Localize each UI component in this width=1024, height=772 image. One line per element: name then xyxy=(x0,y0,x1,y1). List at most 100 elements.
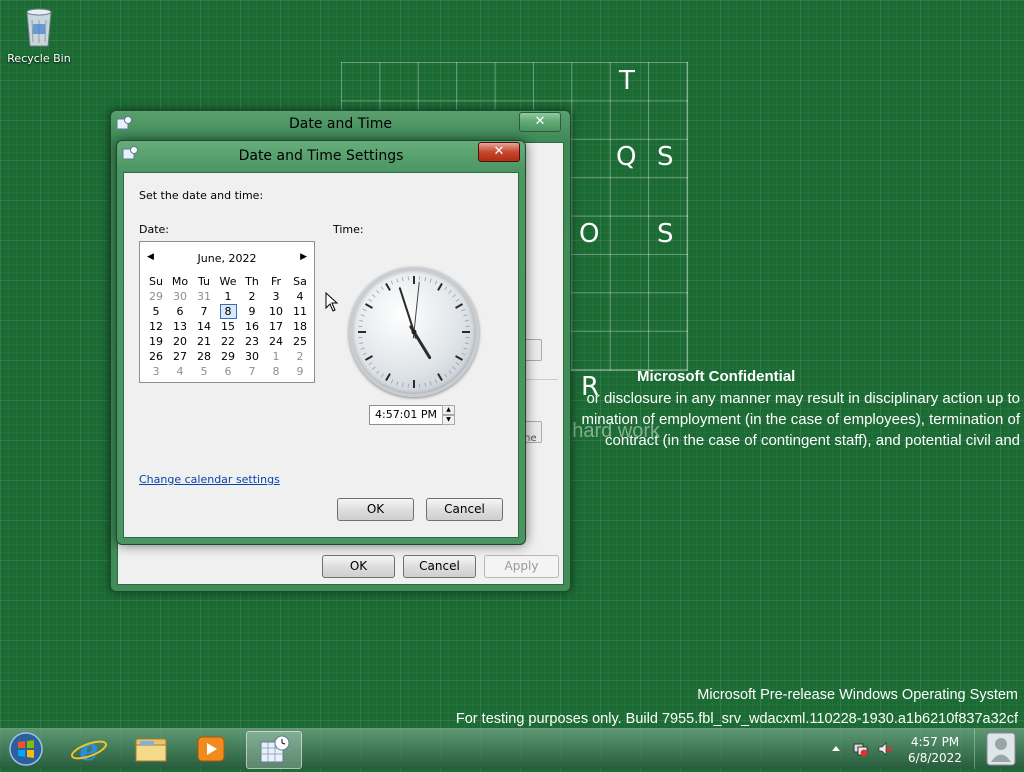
time-input[interactable]: 4:57:01 PM xyxy=(369,405,443,425)
calendar-day[interactable]: 6 xyxy=(216,364,240,379)
calendar-day[interactable]: 23 xyxy=(240,334,264,349)
calendar-day[interactable]: 25 xyxy=(288,334,312,349)
start-button[interactable] xyxy=(4,730,48,768)
calendar-day[interactable]: 4 xyxy=(168,364,192,379)
calendar-day[interactable]: 2 xyxy=(288,349,312,364)
calendar-day[interactable]: 17 xyxy=(264,319,288,334)
calendar-day[interactable]: 14 xyxy=(192,319,216,334)
calendar-day[interactable]: 28 xyxy=(192,349,216,364)
calendar-week-row: 5 6 7 8 9 10 11 xyxy=(144,304,312,319)
calendar-day[interactable]: 30 xyxy=(168,289,192,304)
dialog-client-area: Set the date and time: Date: Time: ◀ Jun… xyxy=(123,172,519,538)
change-calendar-settings-link[interactable]: Change calendar settings xyxy=(139,473,280,486)
calendar-day[interactable]: 22 xyxy=(216,334,240,349)
clock-minute-tick xyxy=(377,371,380,374)
clock-minute-tick xyxy=(397,381,398,385)
ok-button[interactable]: OK xyxy=(322,555,395,578)
calendar-day[interactable]: 8 xyxy=(264,364,288,379)
weekday-label: Su xyxy=(144,274,168,289)
taskbar-internet-explorer[interactable]: e xyxy=(62,731,116,767)
calendar-day[interactable]: 29 xyxy=(216,349,240,364)
build-watermark: Microsoft Pre-release Windows Operating … xyxy=(456,683,1018,731)
calendar-day[interactable]: 6 xyxy=(168,304,192,319)
calendar-week-row: 29 30 31 1 2 3 4 xyxy=(144,289,312,304)
puzzle-letter: Q xyxy=(616,142,636,172)
next-month-icon[interactable]: ▶ xyxy=(300,252,307,262)
calendar-month-year[interactable]: June, 2022 xyxy=(140,252,314,265)
calendar-week-row: 3 4 5 6 7 8 9 xyxy=(144,364,312,379)
clock-minute-tick xyxy=(359,343,363,344)
calendar-day[interactable]: 21 xyxy=(192,334,216,349)
cancel-button[interactable]: Cancel xyxy=(403,555,476,578)
calendar-day[interactable]: 11 xyxy=(288,304,312,319)
calendar-day[interactable]: 10 xyxy=(264,304,288,319)
calendar-day[interactable]: 18 xyxy=(288,319,312,334)
calendar-day[interactable]: 31 xyxy=(192,289,216,304)
close-button[interactable]: ✕ xyxy=(519,112,561,132)
date-time-settings-dialog: Date and Time Settings ✕ Set the date an… xyxy=(116,140,526,545)
calendar-day[interactable]: 3 xyxy=(264,289,288,304)
user-avatar-icon xyxy=(975,729,1024,769)
calendar-day[interactable]: 5 xyxy=(192,364,216,379)
show-hidden-icons-icon[interactable] xyxy=(830,741,842,755)
cancel-button[interactable]: Cancel xyxy=(426,498,503,521)
calendar-day[interactable]: 26 xyxy=(144,349,168,364)
calendar-day[interactable]: 16 xyxy=(240,319,264,334)
calendar-week-row: 19 20 21 22 23 24 25 xyxy=(144,334,312,349)
calendar-day[interactable]: 2 xyxy=(240,289,264,304)
ok-button[interactable]: OK xyxy=(337,498,414,521)
spin-up-icon[interactable]: ▲ xyxy=(442,405,455,415)
calendar-day[interactable]: 5 xyxy=(144,304,168,319)
calendar-day[interactable]: 12 xyxy=(144,319,168,334)
calendar-day[interactable]: 4 xyxy=(288,289,312,304)
close-button[interactable]: ✕ xyxy=(478,142,520,162)
calendar-day[interactable]: 9 xyxy=(240,304,264,319)
taskbar-media-player[interactable] xyxy=(184,731,238,767)
calendar-day[interactable]: 20 xyxy=(168,334,192,349)
clock-minute-tick xyxy=(430,381,431,385)
calendar-week-row: 12 13 14 15 16 17 18 xyxy=(144,319,312,334)
clock-minute-tick xyxy=(372,295,375,298)
calendar[interactable]: ◀ June, 2022 ▶ Su Mo Tu We Th Fr Sa 29 3… xyxy=(139,241,315,383)
weekday-label: Fr xyxy=(264,274,288,289)
confidential-line: or disclosure in any manner may result i… xyxy=(540,388,1020,409)
calendar-day[interactable]: 27 xyxy=(168,349,192,364)
calendar-day[interactable]: 3 xyxy=(144,364,168,379)
calendar-day[interactable]: 19 xyxy=(144,334,168,349)
network-icon[interactable] xyxy=(852,741,868,757)
media-player-icon xyxy=(184,731,238,767)
calendar-day[interactable]: 15 xyxy=(216,319,240,334)
background-ghost-text: r hard work xyxy=(560,420,660,443)
calendar-day[interactable]: 13 xyxy=(168,319,192,334)
clock-minute-tick xyxy=(465,343,469,344)
time-spinner[interactable]: ▲ ▼ xyxy=(442,405,455,423)
show-desktop-button[interactable] xyxy=(974,729,1024,769)
calendar-day-selected[interactable]: 8 xyxy=(216,304,240,319)
clock-minute-tick xyxy=(363,309,367,311)
clock-minute-tick xyxy=(381,374,383,377)
weekday-label: We xyxy=(216,274,240,289)
apply-button[interactable]: Apply xyxy=(484,555,559,578)
calendar-day[interactable]: 30 xyxy=(240,349,264,364)
taskbar-date-time[interactable] xyxy=(246,731,302,769)
calendar-day[interactable]: 24 xyxy=(264,334,288,349)
calendar-week-row: 26 27 28 29 30 1 2 xyxy=(144,349,312,364)
system-clock[interactable]: 4:57 PM 6/8/2022 xyxy=(900,734,970,766)
calendar-day[interactable]: 9 xyxy=(288,364,312,379)
calendar-day[interactable]: 7 xyxy=(240,364,264,379)
calendar-day[interactable]: 29 xyxy=(144,289,168,304)
clock-hour-tick xyxy=(366,304,373,308)
clock-minute-tick xyxy=(402,277,403,281)
volume-muted-icon[interactable] xyxy=(877,741,893,757)
tray-time: 4:57 PM xyxy=(900,734,970,750)
spin-down-icon[interactable]: ▼ xyxy=(442,415,455,425)
recycle-bin-desktop-icon[interactable]: Recycle Bin xyxy=(6,6,72,65)
clock-minute-tick xyxy=(361,315,365,316)
clock-minute-tick xyxy=(369,363,372,365)
weekday-label: Tu xyxy=(192,274,216,289)
clock-minute-tick xyxy=(435,380,437,384)
taskbar-file-explorer[interactable] xyxy=(124,731,178,767)
calendar-day[interactable]: 7 xyxy=(192,304,216,319)
calendar-day[interactable]: 1 xyxy=(264,349,288,364)
calendar-day[interactable]: 1 xyxy=(216,289,240,304)
